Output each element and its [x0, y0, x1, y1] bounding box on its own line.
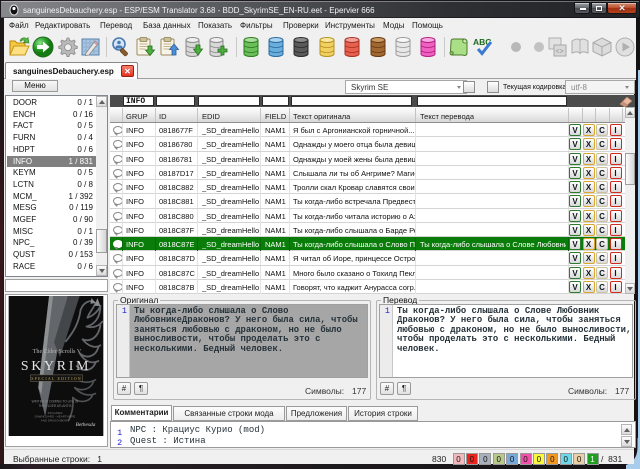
- svg-text:SPECIAL EDITION: SPECIAL EDITION: [31, 376, 82, 381]
- svg-text:WINTER IS COMING TO LIFE IN: WINTER IS COMING TO LIFE IN: [32, 399, 79, 403]
- svg-text:SKYRIM: SKYRIM: [21, 358, 91, 373]
- svg-text:The Elder Scrolls V: The Elder Scrolls V: [33, 349, 82, 355]
- svg-text:Bethesda: Bethesda: [76, 422, 96, 428]
- svg-text:THE ELDER ATLANTIS: THE ELDER ATLANTIS: [38, 404, 71, 408]
- svg-text:<>: <>: [556, 49, 564, 56]
- svg-text:AND DRAGONBORN: AND DRAGONBORN: [41, 419, 69, 423]
